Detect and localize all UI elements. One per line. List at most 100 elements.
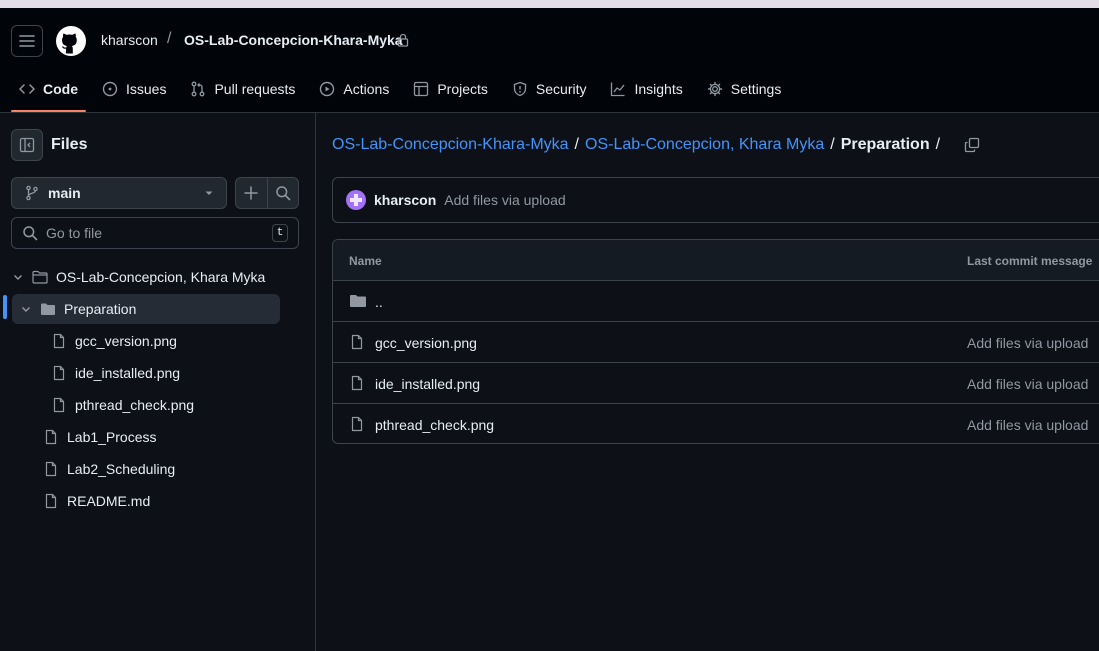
copy-icon: [964, 137, 980, 153]
code-icon: [19, 84, 35, 94]
selected-indicator: [3, 295, 7, 319]
folder-open-icon: [41, 303, 55, 315]
tab-label: Issues: [126, 81, 167, 97]
graph-icon: [611, 82, 625, 97]
chevron-down-icon: [22, 307, 30, 312]
file-name[interactable]: pthread_check.png: [375, 417, 494, 433]
column-header-commit: Last commit message: [967, 254, 1093, 268]
commit-message[interactable]: Add files via upload: [444, 192, 565, 208]
copy-path-button[interactable]: [964, 137, 980, 153]
file-name[interactable]: gcc_version.png: [375, 335, 477, 351]
collapse-sidebar-button[interactable]: [11, 129, 43, 161]
tab-pull-requests[interactable]: Pull requests: [182, 72, 303, 106]
tree-item-file[interactable]: gcc_version.png: [51, 326, 177, 356]
sidebar-collapse-icon: [19, 137, 35, 153]
go-to-file-box: t: [11, 217, 299, 249]
tab-code[interactable]: Code: [11, 72, 86, 112]
lock-icon: [397, 33, 409, 47]
column-header-name: Name: [349, 254, 382, 268]
file-icon: [351, 334, 363, 350]
table-row[interactable]: ide_installed.png Add files via upload: [333, 363, 1099, 404]
last-commit-message[interactable]: Add files via upload: [967, 335, 1088, 351]
tree-item-root-folder[interactable]: OS-Lab-Concepcion, Khara Myka: [12, 262, 265, 292]
tab-settings[interactable]: Settings: [699, 72, 790, 106]
table-row[interactable]: gcc_version.png Add files via upload: [333, 322, 1099, 363]
go-to-file-input[interactable]: [46, 225, 264, 241]
file-icon: [351, 416, 363, 432]
table-row-parent-dir[interactable]: ..: [333, 281, 1099, 322]
tree-item-preparation[interactable]: Preparation: [12, 294, 280, 324]
tab-label: Settings: [730, 81, 782, 97]
play-icon: [320, 81, 335, 97]
table-icon: [414, 81, 429, 97]
breadcrumb: OS-Lab-Concepcion-Khara-Myka / OS-Lab-Co…: [332, 136, 980, 154]
keyboard-shortcut-hint: t: [272, 224, 288, 242]
breadcrumb-separator: /: [574, 136, 579, 153]
last-commit-message[interactable]: Add files via upload: [967, 417, 1088, 433]
tree-item-file[interactable]: pthread_check.png: [51, 390, 194, 420]
gear-icon: [707, 81, 722, 97]
last-commit-message[interactable]: Add files via upload: [967, 376, 1088, 392]
folder-icon: [350, 295, 366, 307]
tree-item-label: Lab1_Process: [67, 429, 157, 445]
tab-issues[interactable]: Issues: [94, 72, 174, 106]
file-icon: [45, 429, 57, 445]
repo-link[interactable]: OS-Lab-Concepcion-Khara-Myka: [184, 32, 403, 48]
owner-link[interactable]: kharscon: [101, 32, 158, 48]
file-icon: [53, 365, 65, 381]
tree-item-file[interactable]: README.md: [43, 486, 150, 516]
file-icon: [45, 461, 57, 477]
tree-item-label: Lab2_Scheduling: [67, 461, 176, 477]
tab-label: Projects: [437, 81, 488, 97]
avatar[interactable]: [346, 190, 366, 210]
browser-top-strip: [0, 0, 1099, 8]
latest-commit-box: kharscon Add files via upload: [332, 177, 1099, 223]
chevron-down-icon: [14, 275, 22, 280]
tree-item-file[interactable]: Lab1_Process: [43, 422, 157, 452]
breadcrumb-repo-link[interactable]: OS-Lab-Concepcion-Khara-Myka: [332, 136, 569, 154]
file-name[interactable]: ide_installed.png: [375, 376, 480, 392]
tree-item-label: OS-Lab-Concepcion, Khara Myka: [56, 269, 266, 285]
search-button[interactable]: [268, 178, 299, 208]
repo-header: kharscon / OS-Lab-Concepcion-Khara-Myka …: [0, 8, 1099, 113]
file-tree-sidebar: Files main t OS-Lab-Concepcion, Khara My…: [0, 113, 316, 651]
plus-icon: [244, 186, 258, 200]
shield-icon: [513, 81, 527, 97]
main-content: OS-Lab-Concepcion-Khara-Myka / OS-Lab-Co…: [316, 113, 1099, 651]
tree-item-label: pthread_check.png: [75, 397, 195, 413]
hamburger-icon: [19, 35, 35, 47]
tab-actions[interactable]: Actions: [311, 72, 397, 106]
add-file-button[interactable]: [236, 178, 268, 208]
tab-label: Security: [535, 81, 587, 97]
breadcrumb-separator: /: [830, 136, 835, 153]
branch-icon: [26, 185, 38, 201]
table-header: Name Last commit message: [333, 240, 1099, 281]
file-actions-group: [235, 177, 299, 209]
tab-insights[interactable]: Insights: [602, 72, 690, 106]
tree-item-file[interactable]: Lab2_Scheduling: [43, 454, 175, 484]
breadcrumb-folder-link[interactable]: OS-Lab-Concepcion, Khara Myka: [585, 136, 824, 154]
caret-down-icon: [205, 191, 213, 195]
tab-label: Code: [43, 81, 78, 97]
menu-button[interactable]: [11, 25, 43, 57]
sidebar-title: Files: [51, 136, 88, 153]
avatar-identicon-icon: [350, 194, 362, 206]
tab-security[interactable]: Security: [504, 72, 595, 106]
folder-icon: [32, 270, 48, 284]
github-logo-icon[interactable]: [55, 25, 87, 57]
table-row[interactable]: pthread_check.png Add files via upload: [333, 404, 1099, 443]
tab-projects[interactable]: Projects: [405, 72, 496, 106]
file-icon: [351, 375, 363, 391]
branch-selector[interactable]: main: [11, 177, 227, 209]
file-name[interactable]: ..: [375, 294, 383, 310]
tree-item-label: gcc_version.png: [75, 333, 177, 349]
branch-name: main: [48, 185, 81, 201]
issue-icon: [102, 81, 118, 97]
breadcrumb-separator: /: [167, 30, 172, 47]
breadcrumb-separator: /: [935, 136, 941, 153]
commit-author[interactable]: kharscon: [374, 192, 436, 208]
tree-item-file[interactable]: ide_installed.png: [51, 358, 180, 388]
tab-label: Insights: [634, 81, 683, 97]
file-table: Name Last commit message .. gcc_version.…: [332, 239, 1099, 444]
search-icon: [276, 186, 291, 201]
